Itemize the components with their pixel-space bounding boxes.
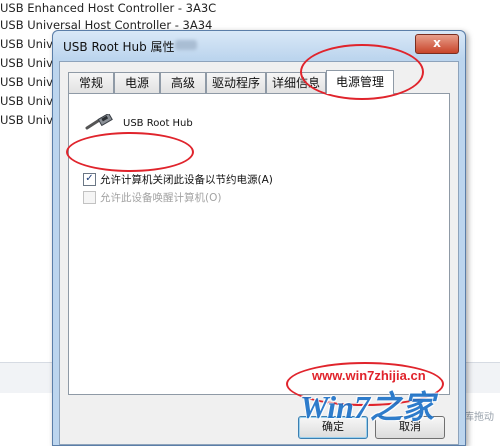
close-icon: x bbox=[433, 36, 441, 50]
close-button[interactable]: x bbox=[415, 34, 459, 54]
tab-power-management[interactable]: 电源管理 bbox=[326, 70, 394, 94]
watermark-logo: Win7之家 bbox=[300, 389, 434, 425]
allow-wake-option[interactable]: 允许此设备唤醒计算机(O) bbox=[83, 190, 221, 206]
tab-driver[interactable]: 驱动程序 bbox=[206, 72, 266, 93]
blurred-text bbox=[175, 40, 197, 50]
dialog-title: USB Root Hub 属性 bbox=[63, 40, 175, 54]
allow-power-off-option[interactable]: ✓ 允许计算机关闭此设备以节约电源(A) bbox=[83, 172, 273, 188]
usb-plug-icon bbox=[85, 114, 113, 130]
allow-wake-label: 允许此设备唤醒计算机(O) bbox=[100, 192, 222, 204]
dialog-titlebar[interactable]: USB Root Hub 属性 x bbox=[53, 31, 465, 59]
device-name: USB Root Hub bbox=[123, 118, 193, 129]
tab-power[interactable]: 电源 bbox=[114, 72, 160, 93]
watermark-url: www.win7zhijia.cn bbox=[312, 368, 426, 383]
tab-advanced[interactable]: 高级 bbox=[160, 72, 206, 93]
tab-general[interactable]: 常规 bbox=[68, 72, 114, 93]
allow-wake-checkbox[interactable] bbox=[83, 190, 96, 204]
footer-text: 库拖动 bbox=[464, 412, 494, 423]
power-management-panel: USB Root Hub ✓ 允许计算机关闭此设备以节约电源(A) 允许此设备唤醒… bbox=[68, 93, 450, 395]
allow-power-off-label: 允许计算机关闭此设备以节约电源(A) bbox=[100, 174, 273, 186]
tab-details[interactable]: 详细信息 bbox=[266, 72, 326, 93]
allow-power-off-checkbox[interactable]: ✓ bbox=[83, 172, 96, 186]
